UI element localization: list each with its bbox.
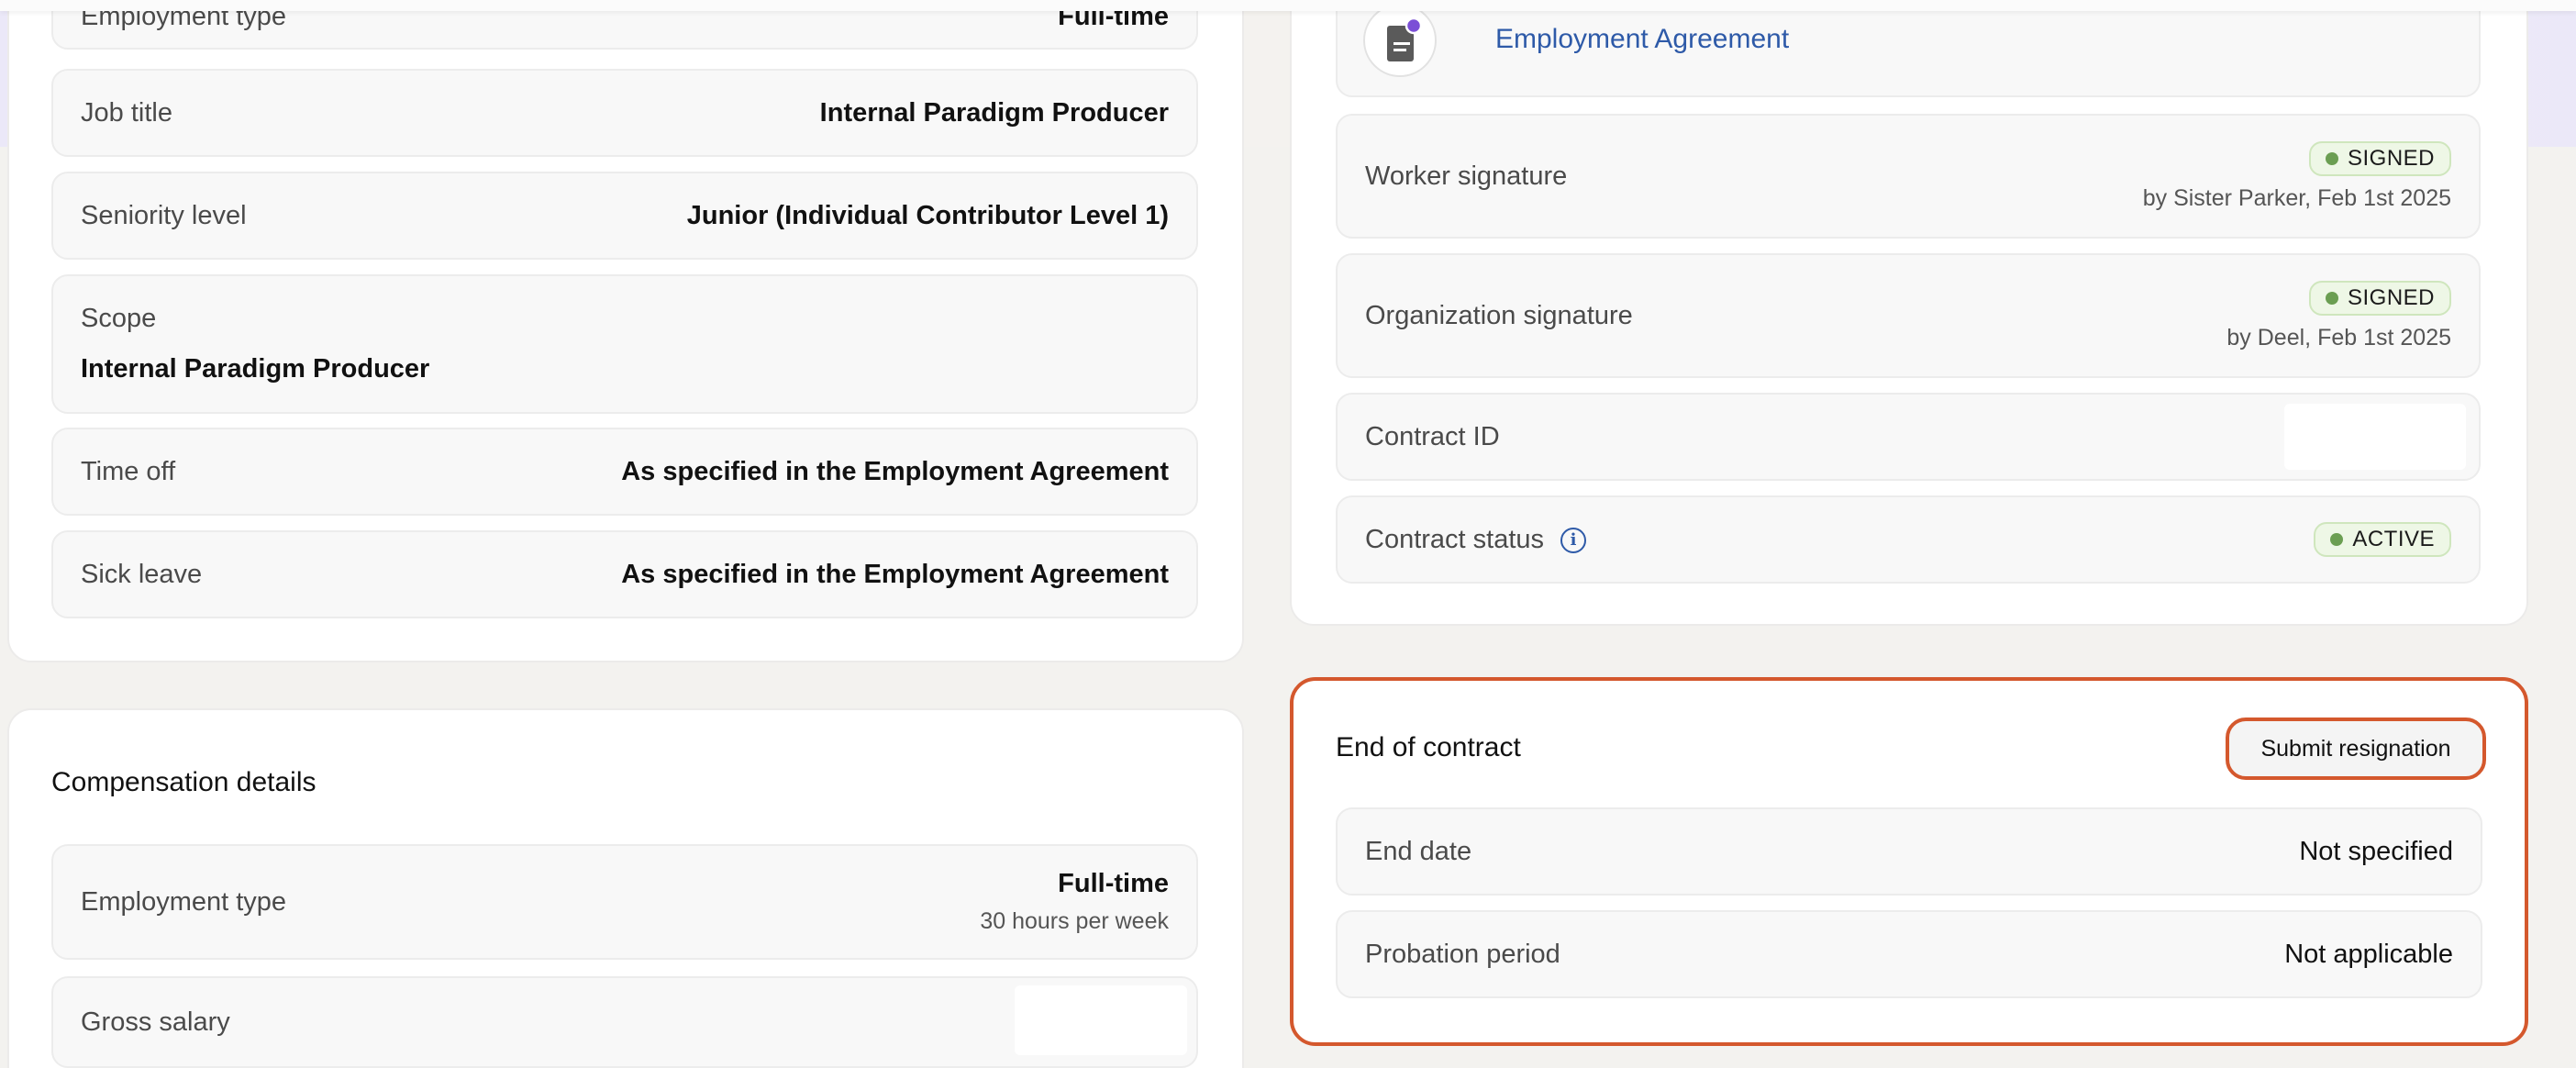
- row-label: Contract ID: [1365, 421, 1500, 451]
- signed-by: by Sister Parker, Feb 1st 2025: [2142, 184, 2451, 211]
- row-label: End date: [1365, 836, 1472, 866]
- badge-text: ACTIVE: [2352, 527, 2435, 551]
- signed-by: by Deel, Feb 1st 2025: [2226, 324, 2451, 350]
- contract-card: Employment Agreement Worker signature SI…: [1290, 0, 2528, 626]
- contract-id-value-redacted: [2284, 404, 2466, 470]
- contract-status-row: Contract status i ACTIVE: [1336, 495, 2481, 584]
- row-value: Internal Paradigm Producer: [81, 354, 430, 384]
- row-label: Job title: [81, 97, 172, 128]
- worker-signature-row: Worker signature SIGNED by Sister Parker…: [1336, 114, 2481, 239]
- status-dot-icon: [2325, 291, 2338, 305]
- active-badge: ACTIVE: [2314, 522, 2451, 557]
- submit-resignation-button[interactable]: Submit resignation: [2226, 718, 2486, 780]
- row-label: Employment type: [81, 886, 287, 917]
- row-label: Gross salary: [81, 1007, 230, 1037]
- sick-leave-row: Sick leave As specified in the Employmen…: [51, 530, 1198, 618]
- row-subvalue: 30 hours per week: [980, 908, 1169, 934]
- signed-badge: SIGNED: [2308, 140, 2451, 176]
- row-label: Sick leave: [81, 559, 203, 589]
- job-details-card: Employment type Full-time Job title Inte…: [7, 0, 1244, 662]
- job-title-row: Job title Internal Paradigm Producer: [51, 69, 1198, 157]
- signed-badge: SIGNED: [2308, 280, 2451, 316]
- badge-text: SIGNED: [2347, 284, 2435, 310]
- probation-period-row: Probation period Not applicable: [1336, 910, 2482, 998]
- row-value: Not applicable: [2284, 939, 2453, 969]
- row-label: Organization signature: [1365, 300, 1633, 330]
- row-value: As specified in the Employment Agreement: [621, 559, 1169, 589]
- organization-signature-row: Organization signature SIGNED by Deel, F…: [1336, 253, 2481, 378]
- row-label: Worker signature: [1365, 161, 1568, 191]
- row-label: Contract status i: [1365, 524, 1587, 555]
- info-icon[interactable]: i: [1560, 527, 1587, 553]
- row-value: Not specified: [2299, 836, 2453, 866]
- employment-agreement-link[interactable]: Employment Agreement: [1495, 24, 1789, 55]
- status-dot-icon: [2330, 533, 2344, 546]
- document-icon: [1363, 4, 1437, 77]
- top-bar: [0, 0, 2576, 11]
- row-value: Junior (Individual Contributor Level 1): [686, 200, 1169, 230]
- seniority-level-row: Seniority level Junior (Individual Contr…: [51, 172, 1198, 260]
- badge-text: SIGNED: [2347, 145, 2435, 171]
- row-label-text: Contract status: [1365, 524, 1545, 554]
- status-dot-icon: [2325, 151, 2338, 165]
- comp-employment-type-row: Employment type Full-time 30 hours per w…: [51, 844, 1198, 960]
- section-title: End of contract: [1336, 732, 1521, 762]
- scope-row: Scope Internal Paradigm Producer: [51, 274, 1198, 414]
- gross-salary-value-redacted: [1015, 985, 1187, 1055]
- end-date-row: End date Not specified: [1336, 807, 2482, 896]
- row-value: Internal Paradigm Producer: [819, 97, 1169, 128]
- row-value: As specified in the Employment Agreement: [621, 456, 1169, 486]
- row-label: Time off: [81, 456, 176, 486]
- row-label: Scope: [81, 304, 157, 333]
- row-value: Full-time: [1058, 869, 1169, 898]
- time-off-row: Time off As specified in the Employment …: [51, 428, 1198, 516]
- compensation-card: Compensation details Employment type Ful…: [7, 708, 1244, 1068]
- row-label: Seniority level: [81, 200, 247, 230]
- section-title: Compensation details: [51, 767, 316, 797]
- row-label: Probation period: [1365, 939, 1560, 969]
- end-of-contract-card: End of contract Submit resignation End d…: [1290, 677, 2528, 1046]
